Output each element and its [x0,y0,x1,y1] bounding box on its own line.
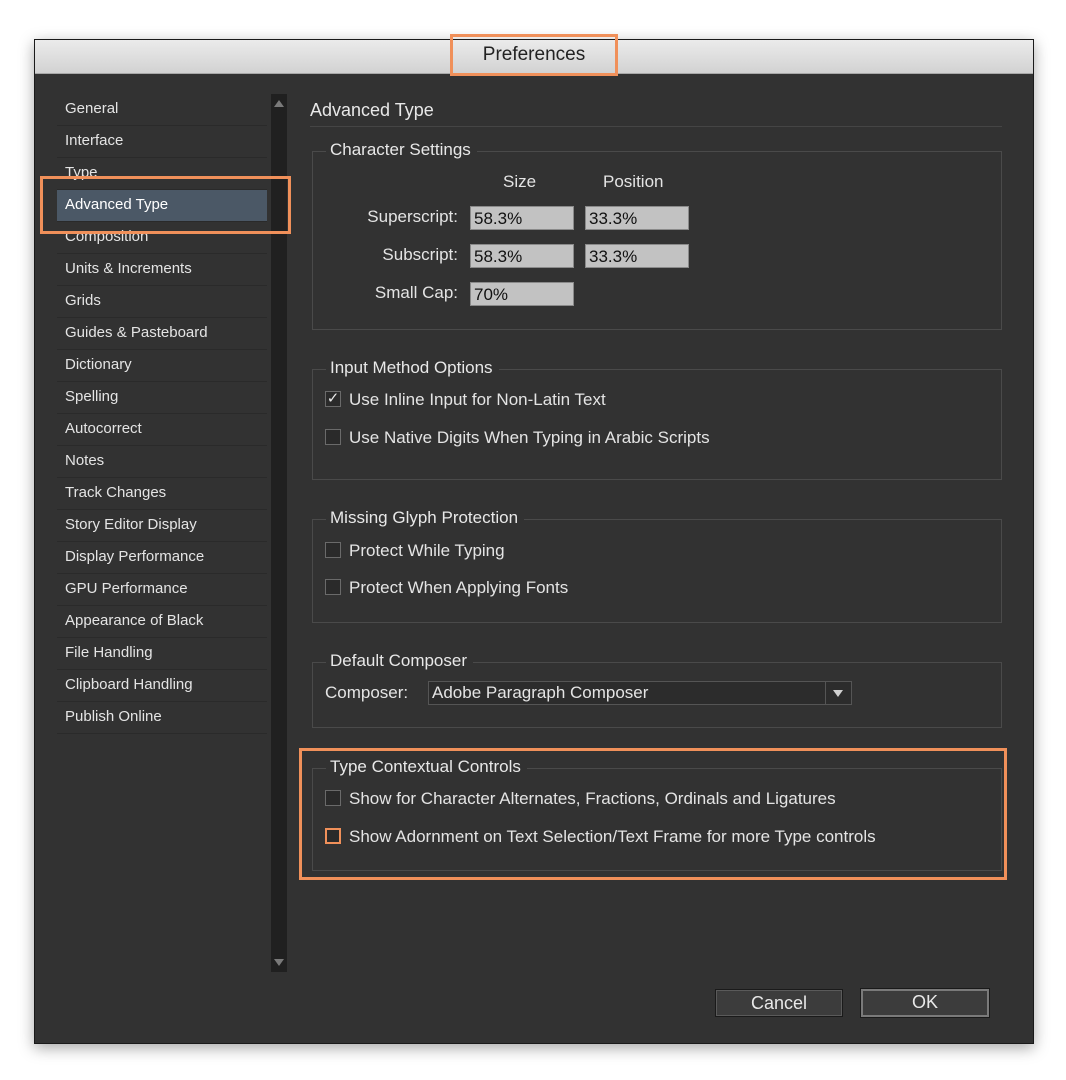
character-settings-legend: Character Settings [326,139,477,161]
sidebar-item-grids[interactable]: Grids [57,286,267,318]
superscript-position-field[interactable]: 33.3% [585,206,689,230]
title-divider [310,126,1002,127]
sidebar-item-type[interactable]: Type [57,158,267,190]
sidebar-item-file-handling[interactable]: File Handling [57,638,267,670]
protect-applying-fonts-label: Protect When Applying Fonts [349,578,569,597]
default-composer-legend: Default Composer [326,650,474,672]
composer-selected-value: Adobe Paragraph Composer [432,683,649,702]
input-method-options-group: Input Method Options ✓ Use Inline Input … [312,357,1002,480]
sidebar-item-interface[interactable]: Interface [57,126,267,158]
subscript-position-field[interactable]: 33.3% [585,244,689,268]
ok-button[interactable]: OK [860,988,990,1018]
sidebar-item-track-changes[interactable]: Track Changes [57,478,267,510]
sidebar-nav: General Interface Type Advanced Type Com… [57,94,289,972]
scroll-down-arrow-icon[interactable] [274,959,284,966]
cancel-button[interactable]: Cancel [715,989,843,1017]
sidebar-item-appearance-of-black[interactable]: Appearance of Black [57,606,267,638]
missing-glyph-protection-legend: Missing Glyph Protection [326,507,525,529]
sidebar-item-units-increments[interactable]: Units & Increments [57,254,267,286]
chevron-down-icon[interactable] [825,682,851,704]
small-cap-label: Small Cap: [374,283,458,302]
superscript-size-field[interactable]: 58.3% [470,206,574,230]
dialog-title: Preferences [450,34,618,76]
sidebar-item-composition[interactable]: Composition [57,222,267,254]
sidebar-item-autocorrect[interactable]: Autocorrect [57,414,267,446]
composer-dropdown[interactable]: Adobe Paragraph Composer [428,681,852,705]
sidebar-item-story-editor-display[interactable]: Story Editor Display [57,510,267,542]
page-title: Advanced Type [310,100,434,120]
superscript-label: Superscript: [367,207,458,226]
show-character-alternates-label: Show for Character Alternates, Fractions… [349,789,836,808]
subscript-label: Subscript: [382,245,458,264]
sidebar-item-general[interactable]: General [57,94,267,126]
sidebar-item-advanced-type[interactable]: Advanced Type [57,190,267,222]
character-settings-group: Character Settings Size Position Supersc… [312,139,1002,330]
inline-input-checkbox[interactable]: ✓ [325,391,341,407]
sidebar-item-notes[interactable]: Notes [57,446,267,478]
show-adornment-label: Show Adornment on Text Selection/Text Fr… [349,827,876,846]
protect-while-typing-label: Protect While Typing [349,541,505,560]
preferences-dialog: Preferences General Interface Type Advan… [34,34,1034,1044]
title-bar: Preferences [35,34,1033,76]
protect-applying-fonts-checkbox[interactable] [325,579,341,595]
scroll-up-arrow-icon[interactable] [274,100,284,107]
sidebar-item-guides-pasteboard[interactable]: Guides & Pasteboard [57,318,267,350]
sidebar-item-gpu-performance[interactable]: GPU Performance [57,574,267,606]
sidebar-item-publish-online[interactable]: Publish Online [57,702,267,734]
input-method-options-legend: Input Method Options [326,357,499,379]
subscript-size-field[interactable]: 58.3% [470,244,574,268]
inline-input-label: Use Inline Input for Non-Latin Text [349,390,606,409]
sidebar-item-dictionary[interactable]: Dictionary [57,350,267,382]
position-column-header: Position [603,172,664,191]
sidebar-item-display-performance[interactable]: Display Performance [57,542,267,574]
default-composer-group: Default Composer Composer: Adobe Paragra… [312,650,1002,728]
native-digits-label: Use Native Digits When Typing in Arabic … [349,428,710,447]
small-cap-field[interactable]: 70% [470,282,574,306]
native-digits-checkbox[interactable] [325,429,341,445]
show-character-alternates-checkbox[interactable] [325,790,341,806]
missing-glyph-protection-group: Missing Glyph Protection Protect While T… [312,507,1002,623]
size-column-header: Size [503,172,537,191]
protect-while-typing-checkbox[interactable] [325,542,341,558]
composer-label: Composer: [325,683,409,702]
show-adornment-checkbox[interactable] [325,828,341,844]
sidebar-item-spelling[interactable]: Spelling [57,382,267,414]
type-contextual-controls-group: Type Contextual Controls Show for Charac… [312,756,1002,871]
sidebar-item-clipboard-handling[interactable]: Clipboard Handling [57,670,267,702]
type-contextual-controls-legend: Type Contextual Controls [326,756,527,778]
sidebar-scrollbar[interactable] [271,94,287,972]
